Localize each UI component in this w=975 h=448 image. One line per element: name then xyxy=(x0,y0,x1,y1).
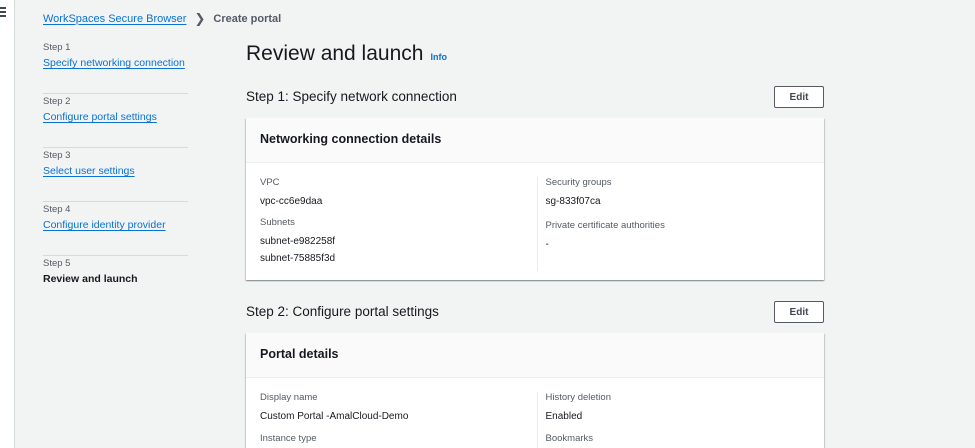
menu-icon[interactable] xyxy=(0,7,6,19)
details-column-left: Display name Custom Portal -AmalCloud-De… xyxy=(260,392,538,448)
vpc-label: VPC xyxy=(260,177,280,188)
chevron-right-icon: ❯ xyxy=(194,11,206,26)
wizard-step: Step 3 Select user settings xyxy=(43,148,188,202)
section-header-portal: Step 2: Configure portal settings Edit xyxy=(246,299,824,323)
subnet-value: subnet-75885f3d xyxy=(260,253,336,264)
step-link-user-settings[interactable]: Select user settings xyxy=(43,165,188,177)
details-column-left: VPC vpc-cc6e9daa Subnets subnet-e982258f… xyxy=(260,177,538,271)
page-title: Review and launch Info xyxy=(246,42,447,66)
edit-network-button[interactable]: Edit xyxy=(774,86,824,108)
instance-type-label: Instance type xyxy=(260,433,317,444)
networking-details-card: Networking connection details VPC vpc-cc… xyxy=(246,118,824,280)
wizard-step: Step 5 Review and launch xyxy=(43,256,188,310)
section-header-network: Step 1: Specify network connection Edit xyxy=(246,84,824,108)
display-name-value: Custom Portal -AmalCloud-Demo xyxy=(260,411,409,422)
history-deletion-label: History deletion xyxy=(545,392,611,403)
breadcrumb: WorkSpaces Secure Browser ❯ Create porta… xyxy=(43,12,281,25)
step-link-networking[interactable]: Specify networking connection xyxy=(43,57,188,69)
step-current-review: Review and launch xyxy=(43,273,138,285)
vpc-value: vpc-cc6e9daa xyxy=(260,196,323,207)
private-ca-label: Private certificate authorities xyxy=(545,220,665,231)
private-ca-value: - xyxy=(545,239,549,250)
display-name-label: Display name xyxy=(260,392,318,403)
step-number: Step 5 xyxy=(43,258,71,269)
section-heading-portal: Step 2: Configure portal settings xyxy=(246,303,439,319)
wizard-step: Step 1 Specify networking connection xyxy=(43,40,188,94)
step-number: Step 4 xyxy=(43,204,71,215)
details-column-right: Security groups sg-833f07ca Private cert… xyxy=(538,177,811,271)
side-rail xyxy=(0,0,15,448)
subnet-value: subnet-e982258f xyxy=(260,236,336,247)
info-link[interactable]: Info xyxy=(430,52,447,62)
wizard-step: Step 4 Configure identity provider xyxy=(43,202,188,256)
breadcrumb-current: Create portal xyxy=(213,12,282,25)
step-number: Step 3 xyxy=(43,150,71,161)
step-number: Step 1 xyxy=(43,42,71,53)
wizard-step: Step 2 Configure portal settings xyxy=(43,94,188,148)
edit-portal-button[interactable]: Edit xyxy=(774,301,824,323)
step-link-identity-provider[interactable]: Configure identity provider xyxy=(43,219,188,231)
step-link-portal-settings[interactable]: Configure portal settings xyxy=(43,111,188,123)
page-title-text: Review and launch xyxy=(246,42,424,65)
bookmarks-label: Bookmarks xyxy=(545,433,594,444)
wizard-steps-nav: Step 1 Specify networking connection Ste… xyxy=(43,40,188,310)
security-groups-value: sg-833f07ca xyxy=(545,196,601,207)
security-groups-label: Security groups xyxy=(545,177,612,188)
subnets-label: Subnets xyxy=(260,217,295,228)
card-title: Portal details xyxy=(246,333,824,378)
section-heading-network: Step 1: Specify network connection xyxy=(246,88,457,104)
portal-details-card: Portal details Display name Custom Porta… xyxy=(246,333,824,448)
card-title: Networking connection details xyxy=(246,118,824,163)
history-deletion-value: Enabled xyxy=(545,411,583,422)
step-number: Step 2 xyxy=(43,96,71,107)
breadcrumb-link-secure-browser[interactable]: WorkSpaces Secure Browser xyxy=(43,13,186,25)
details-column-right: History deletion Enabled Bookmarks xyxy=(538,392,811,448)
